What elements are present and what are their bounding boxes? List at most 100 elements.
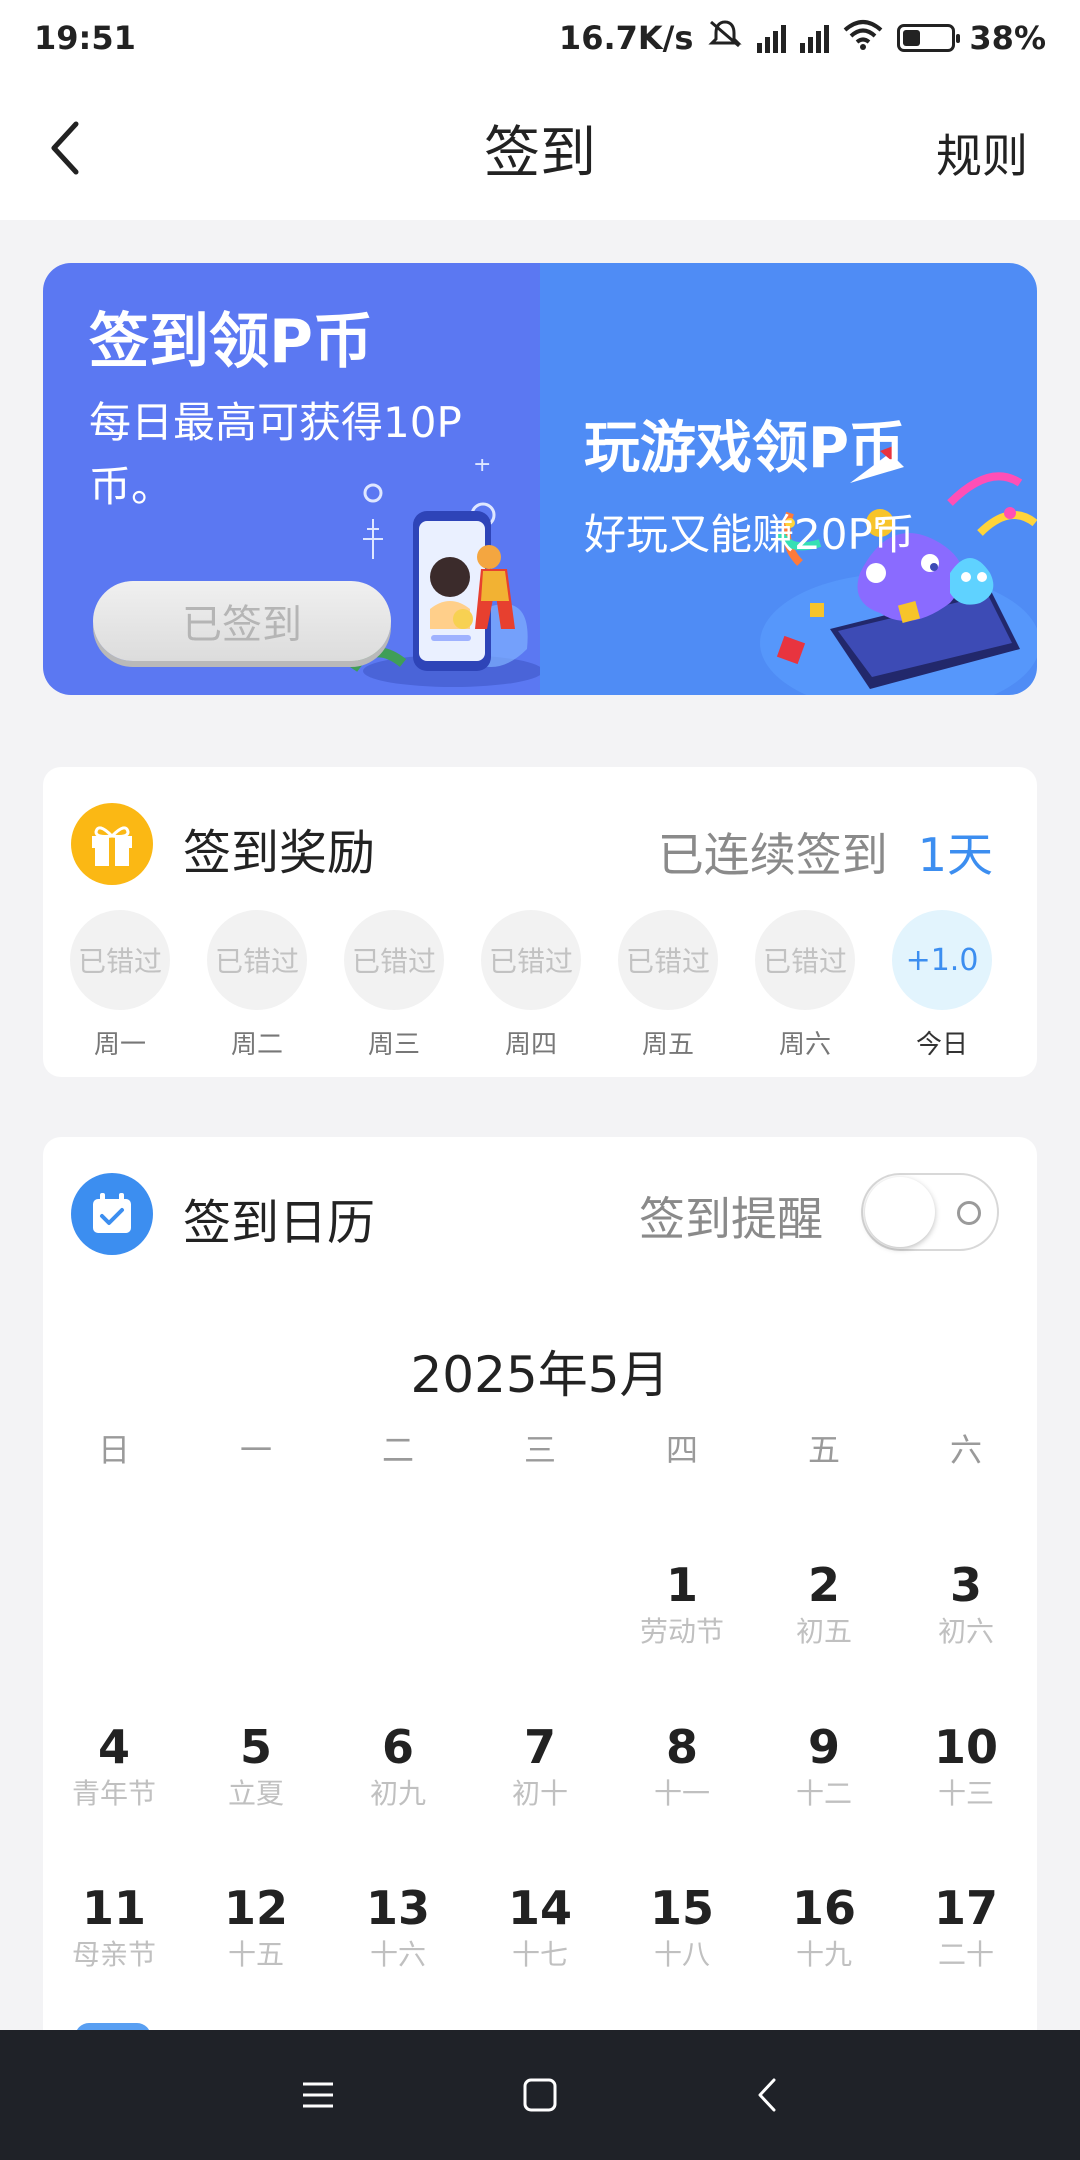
toggle-off-indicator	[957, 1201, 981, 1225]
weekday-label: 三	[523, 1431, 556, 1469]
day-status: 已错过	[344, 910, 444, 1010]
calendar-day[interactable]: 15 十八	[611, 1882, 753, 1972]
calendar-day[interactable]: 10 十三	[895, 1721, 1037, 1811]
day-status: 已错过	[481, 910, 581, 1010]
calendar-day[interactable]: 6 初九	[327, 1721, 469, 1811]
game-banner[interactable]: P 玩游戏领P币 好玩又能赚20P币	[540, 263, 1037, 695]
day-number: 17	[933, 1881, 998, 1935]
month-title: 2025年5月	[410, 1346, 670, 1404]
day-item-today[interactable]: +1.0 今日	[892, 910, 992, 1061]
day-number: 4	[97, 1720, 130, 1774]
signin-rewards-card: 签到奖励 已连续签到 1天 已错过 周一 已错过 周二 已错过 周三 已错过 周四…	[43, 767, 1037, 1077]
day-item: 已错过 周六	[755, 910, 855, 1061]
calendar-day[interactable]: 7 初十	[469, 1721, 611, 1811]
rules-link[interactable]: 规则	[936, 120, 1028, 186]
day-sub: 十五	[227, 1938, 284, 1971]
calendar-day[interactable]: 12 十五	[185, 1882, 327, 1972]
day-number: 2	[807, 1558, 840, 1612]
day-number: 6	[381, 1720, 414, 1774]
wifi-icon	[843, 18, 883, 58]
calendar-day[interactable]: 3 初六	[895, 1559, 1037, 1649]
menu-icon[interactable]	[288, 2065, 348, 2125]
day-sub: 十三	[937, 1777, 994, 1810]
day-sub: 十六	[369, 1938, 426, 1971]
day-sub: 二十	[937, 1938, 994, 1971]
reminder-label: 签到提醒	[639, 1192, 823, 1246]
signin-banner-title: 签到领P币	[89, 307, 373, 377]
weekday-label: 四	[665, 1431, 698, 1469]
day-status: 已错过	[755, 910, 855, 1010]
signed-button[interactable]: 已签到	[93, 581, 391, 661]
status-right: 16.7K/s 38%	[559, 18, 1046, 58]
calendar-icon	[71, 1173, 153, 1255]
back-arrow-icon	[51, 121, 79, 175]
calendar-day[interactable]: 5 立夏	[185, 1721, 327, 1811]
day-number: 1	[665, 1558, 698, 1612]
day-sub: 初十	[511, 1777, 568, 1810]
back-button[interactable]	[30, 112, 102, 184]
top-nav: 签到 规则	[0, 76, 1080, 220]
day-number: 3	[949, 1558, 982, 1612]
weekday-header: 日 一 二 三 四 五 六	[43, 1425, 1037, 1475]
streak-label: 已连续签到	[657, 828, 888, 882]
day-sub: 劳动节	[639, 1615, 724, 1648]
calendar-day[interactable]: 13 十六	[327, 1882, 469, 1972]
day-sub: 十七	[511, 1938, 568, 1971]
day-item: 已错过 周四	[481, 910, 581, 1061]
calendar-day[interactable]: 16 十九	[753, 1882, 895, 1972]
day-number: 15	[649, 1881, 714, 1935]
mute-icon	[707, 18, 743, 58]
day-status: 已错过	[207, 910, 307, 1010]
day-label: 周二	[230, 1030, 283, 1060]
reminder-toggle[interactable]	[861, 1173, 999, 1251]
home-icon[interactable]	[510, 2065, 570, 2125]
weekday-label: 二	[381, 1431, 414, 1469]
day-sub: 母亲节	[71, 1938, 156, 1971]
day-item: 已错过 周五	[618, 910, 718, 1061]
day-number: 5	[239, 1720, 272, 1774]
day-sub: 青年节	[71, 1777, 156, 1810]
day-label: 周六	[778, 1030, 831, 1060]
weekday-label: 五	[807, 1431, 840, 1469]
signal-hd-icon	[757, 23, 787, 53]
day-sub: 初九	[369, 1777, 426, 1810]
day-number: 11	[81, 1881, 146, 1935]
net-speed: 16.7K/s	[558, 19, 694, 57]
calendar-day[interactable]: 2 初五	[753, 1559, 895, 1649]
signin-calendar-card: 签到日历 签到提醒 2025年5月 日 一 二 三 四 五 六 1 劳动节 2 …	[43, 1137, 1037, 2160]
game-banner-title: 玩游戏领P币	[584, 416, 906, 481]
rewards-heading: 签到奖励	[183, 825, 376, 881]
calendar-day[interactable]: 11 母亲节	[43, 1882, 185, 1972]
day-label: 周三	[367, 1030, 420, 1060]
signal-hd-icon	[800, 23, 830, 53]
calendar-day[interactable]: 9 十二	[753, 1721, 895, 1811]
game-banner-subtitle: 好玩又能赚20P币	[584, 510, 915, 559]
day-sub: 十一	[653, 1777, 710, 1810]
day-sub: 初五	[795, 1615, 852, 1648]
day-sub: 十八	[653, 1938, 710, 1971]
calendar-day[interactable]: 4 青年节	[43, 1721, 185, 1811]
weekday-label: 一	[239, 1431, 272, 1469]
day-number: 9	[807, 1720, 840, 1774]
streak-days: 1天	[917, 828, 993, 882]
signin-banner[interactable]: 签到领P币 每日最高可获得10P币。 + 已签到	[43, 263, 543, 695]
back-icon[interactable]	[738, 2065, 798, 2125]
calendar-day[interactable]: 1 劳动节	[611, 1559, 753, 1649]
battery-icon	[897, 24, 961, 52]
day-label: 周四	[504, 1030, 557, 1060]
day-number: 12	[223, 1881, 288, 1935]
day-status: 已错过	[618, 910, 718, 1010]
calendar-day[interactable]: 8 十一	[611, 1721, 753, 1811]
day-status: 已错过	[70, 910, 170, 1010]
page-title: 签到	[484, 120, 596, 186]
gift-icon	[71, 803, 153, 885]
day-number: 13	[365, 1881, 430, 1935]
day-number: 7	[523, 1720, 556, 1774]
day-item: 已错过 周二	[207, 910, 307, 1061]
today-reward[interactable]: +1.0	[892, 910, 992, 1010]
calendar-day[interactable]: 14 十七	[469, 1882, 611, 1972]
week-days-row: 已错过 周一 已错过 周二 已错过 周三 已错过 周四 已错过 周五 已错过 周…	[70, 910, 1010, 1060]
streak-info: 已连续签到 1天	[658, 819, 993, 885]
day-sub: 立夏	[227, 1777, 284, 1810]
calendar-day[interactable]: 17 二十	[895, 1882, 1037, 1972]
